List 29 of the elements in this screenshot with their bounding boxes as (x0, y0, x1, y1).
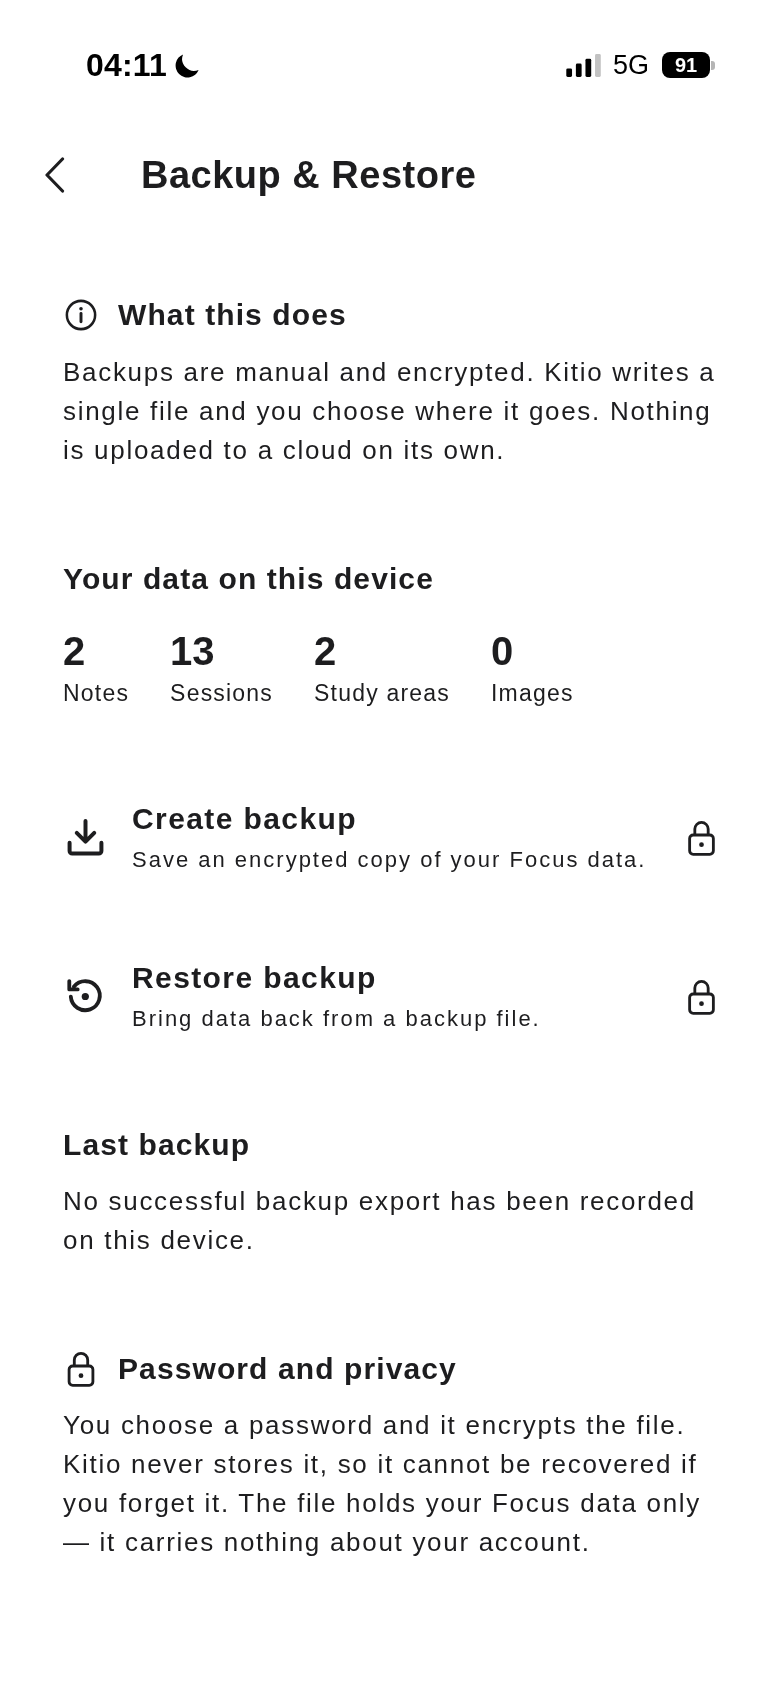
section-heading: What this does (118, 297, 347, 333)
stat-label: Sessions (170, 679, 274, 708)
battery-percentage: 91 (662, 52, 710, 78)
info-icon (65, 299, 97, 331)
create-backup-button[interactable]: Create backup Save an encrypted copy of your Focus data. (63, 801, 717, 874)
section-description: You choose a password and it encrypts the file. Kitio never stores it, so it cannot be recovered if you forget it. The file holds your Focus data only — it carries nothing about your account. (63, 1409, 703, 1559)
back-button[interactable] (44, 157, 65, 193)
page-title: Backup & Restore (141, 153, 477, 198)
download-icon (67, 819, 104, 856)
status-time: 04:11 (86, 46, 168, 85)
restore-icon (67, 978, 104, 1015)
moon-icon (175, 52, 201, 78)
last-backup-status: No successful backup export has been recorded on this device. (63, 1185, 697, 1257)
restore-backup-button[interactable]: Restore backup Bring data back from a backup file. (63, 960, 717, 1033)
network-label: 5G (612, 49, 649, 81)
stat-value: 2 (314, 628, 338, 674)
section-heading: Last backup (63, 1127, 252, 1163)
stat-value: 0 (491, 628, 515, 674)
stat-label: Notes (63, 679, 130, 708)
stat-label: Study areas (314, 679, 450, 708)
chevron-left-icon (44, 157, 65, 193)
stat-value: 13 (170, 628, 216, 674)
stat-value: 2 (63, 628, 87, 674)
stat-label: Images (491, 679, 574, 708)
section-heading: Password and privacy (118, 1351, 457, 1387)
signal-icon (565, 53, 603, 77)
section-heading: Your data on this device (63, 561, 435, 597)
section-description: Backups are manual and encrypted. Kitio writes a single file and you choose where it goes. Nothing is uploaded to a cloud on its own. (63, 356, 717, 467)
lock-icon (67, 1351, 95, 1387)
